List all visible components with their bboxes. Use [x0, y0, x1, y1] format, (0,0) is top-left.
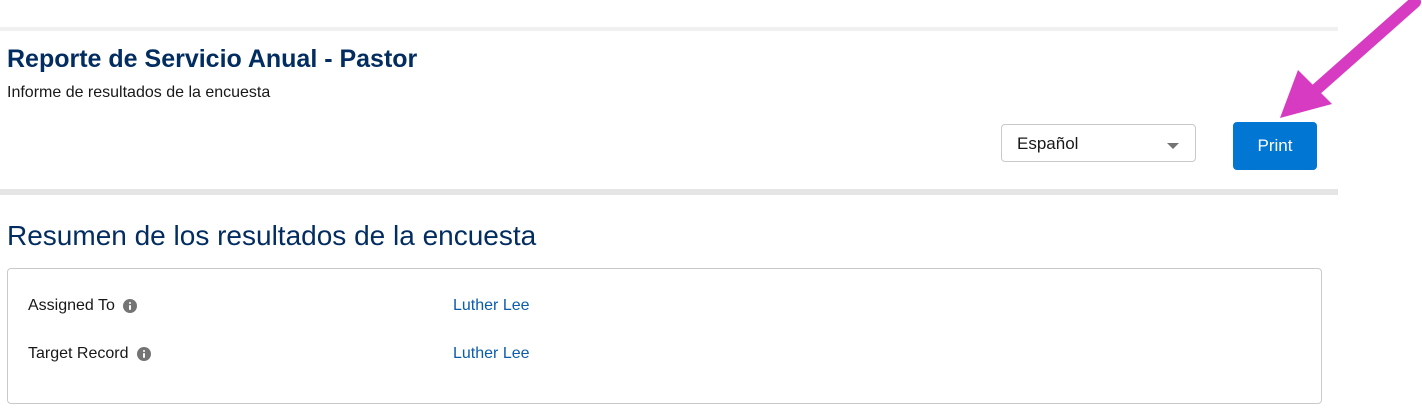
page: Reporte de Servicio Anual - Pastor Infor…: [0, 0, 1422, 417]
page-title: Reporte de Servicio Anual - Pastor: [7, 45, 418, 73]
print-button[interactable]: Print: [1233, 122, 1317, 170]
chevron-down-icon: [1167, 143, 1179, 149]
target-record-link[interactable]: Luther Lee: [453, 345, 530, 363]
section-divider: [0, 189, 1338, 195]
field-label-text: Target Record: [28, 345, 129, 362]
field-label-assigned-to: Assigned To: [28, 297, 137, 315]
summary-card: Assigned To Luther Lee Target Record Lut…: [7, 268, 1322, 404]
info-icon[interactable]: [136, 347, 151, 361]
language-select-value: Español: [1017, 134, 1079, 153]
section-title: Resumen de los resultados de la encuesta: [7, 220, 537, 251]
language-select[interactable]: Español: [1001, 124, 1196, 162]
info-icon[interactable]: [122, 299, 137, 313]
page-subtitle: Informe de resultados de la encuesta: [7, 84, 271, 101]
assigned-to-link[interactable]: Luther Lee: [453, 297, 530, 315]
field-label-text: Assigned To: [28, 297, 115, 314]
field-label-target-record: Target Record: [28, 345, 151, 363]
